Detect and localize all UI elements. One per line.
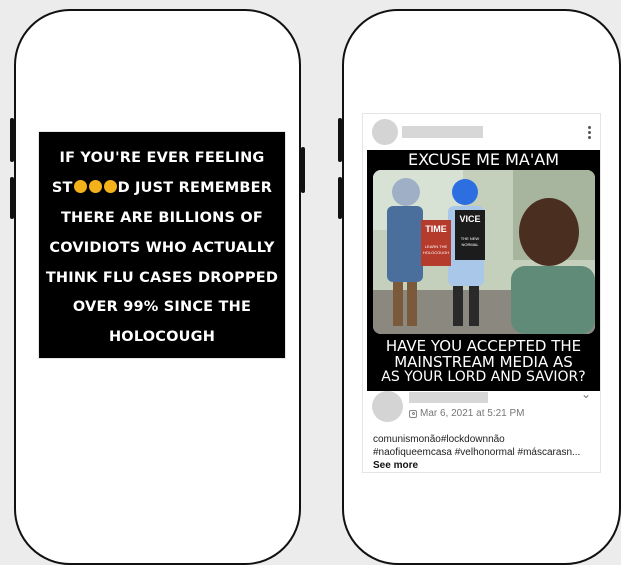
right-phone-side-button bbox=[338, 177, 342, 219]
chevron-down-icon[interactable]: ⌄ bbox=[581, 387, 591, 401]
meme-photo-illustration: TIME LEARN THE HOLOCOUGH VICE THE NEW NO… bbox=[373, 170, 595, 334]
meme-line: IF YOU'RE EVER FEELING bbox=[59, 150, 265, 166]
poster-avatar[interactable] bbox=[372, 119, 398, 145]
left-phone-side-button bbox=[10, 177, 14, 219]
time-cover-text: LEARN THE bbox=[425, 244, 448, 249]
time-cover-text: HOLOCOUGH bbox=[423, 250, 449, 255]
post-timestamp: Mar 6, 2021 at 5:21 PM bbox=[409, 408, 525, 419]
redacted-username bbox=[409, 392, 488, 403]
meme-bottom-caption: AS YOUR LORD AND SAVIOR? bbox=[381, 369, 586, 385]
vice-cover-text: THE NEW bbox=[461, 236, 480, 241]
commenter-avatar[interactable] bbox=[372, 391, 403, 422]
meme-line: ST D JUST REMEMBER bbox=[51, 180, 273, 196]
more-options-icon[interactable] bbox=[583, 125, 595, 139]
vice-cover-text: NORMAL bbox=[461, 242, 479, 247]
instagram-icon bbox=[409, 409, 417, 418]
laughing-emoji-icon bbox=[88, 180, 102, 193]
meme-photo: TIME LEARN THE HOLOCOUGH VICE THE NEW NO… bbox=[373, 170, 595, 334]
left-phone-side-button bbox=[10, 118, 14, 162]
post-description: comunismonão#lockdownnão bbox=[373, 434, 505, 445]
meme-line: THINK FLU CASES DROPPED bbox=[45, 270, 279, 286]
covidiots-meme-image: IF YOU'RE EVER FEELING ST D JUST REMEMBER… bbox=[38, 131, 286, 359]
left-phone-power-button bbox=[301, 147, 305, 193]
time-masthead: TIME bbox=[425, 224, 447, 234]
right-phone-side-button bbox=[338, 118, 342, 162]
social-post: EXCUSE ME MA'AM TIME LEARN THE HOLOCOUGH… bbox=[362, 113, 601, 473]
meme-line: THERE ARE BILLIONS OF bbox=[60, 210, 264, 226]
laughing-emoji-icon bbox=[103, 180, 117, 193]
laughing-emoji-icon bbox=[73, 180, 87, 193]
meme-line: COVIDIOTS WHO ACTUALLY bbox=[49, 240, 275, 256]
vice-masthead: VICE bbox=[459, 214, 480, 224]
meme-top-caption: EXCUSE ME MA'AM bbox=[407, 150, 560, 169]
meme-line: HOLOCOUGH bbox=[108, 329, 216, 345]
redacted-username bbox=[402, 126, 483, 138]
meme-line: OVER 99% SINCE THE bbox=[72, 299, 252, 315]
post-meme-image[interactable]: EXCUSE ME MA'AM TIME LEARN THE HOLOCOUGH… bbox=[367, 150, 600, 391]
see-more-link[interactable]: See more bbox=[373, 460, 418, 471]
post-description: #naofiqueemcasa #velhonormal #máscarasn.… bbox=[373, 447, 581, 458]
